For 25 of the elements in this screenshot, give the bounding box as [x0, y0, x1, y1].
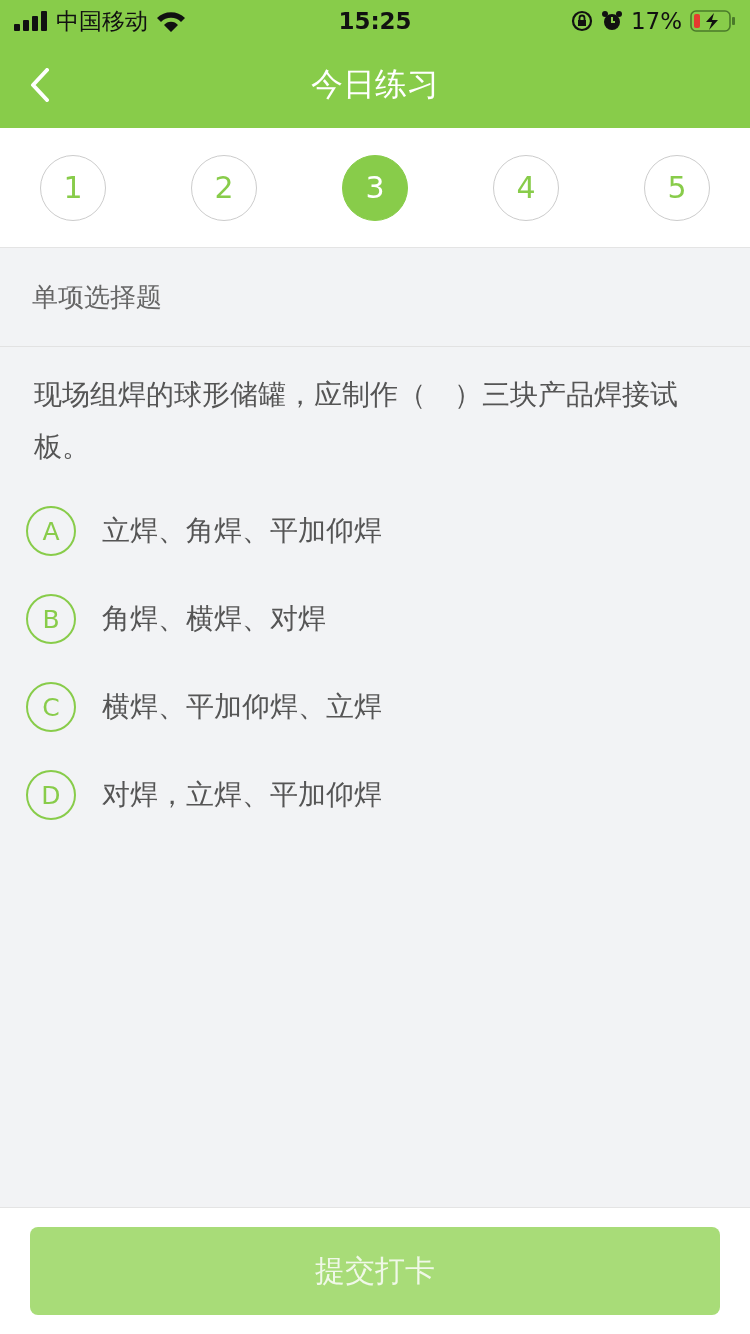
option-letter[interactable]: B — [26, 594, 76, 644]
question-number-tab[interactable]: 5 — [644, 154, 710, 221]
question-number-tab[interactable]: 4 — [493, 154, 559, 221]
back-icon[interactable] — [30, 68, 50, 102]
battery-icon — [690, 10, 736, 32]
option-letter[interactable]: D — [26, 770, 76, 820]
option-letter[interactable]: C — [26, 682, 76, 732]
option-letter[interactable]: A — [26, 506, 76, 556]
page-title: 今日练习 — [311, 64, 439, 105]
alarm-icon — [600, 10, 623, 32]
battery-percent: 17% — [630, 8, 682, 34]
clock-time: 15:25 — [338, 8, 412, 34]
question-number-tab[interactable]: 1 — [40, 154, 106, 221]
question-number-tab[interactable]: 3 — [342, 154, 408, 221]
option-text[interactable]: 对焊，立焊、平加仰焊 — [102, 776, 382, 814]
section-title: 单项选择题 — [32, 280, 162, 314]
question-text: 现场组焊的球形储罐，应制作（ ）三块产品焊接试板。 — [33, 377, 679, 465]
option-text[interactable]: 横焊、平加仰焊、立焊 — [102, 688, 382, 726]
carrier-name: 中国移动 — [56, 6, 148, 36]
option-text[interactable]: 立焊、角焊、平加仰焊 — [102, 512, 382, 550]
rotation-lock-icon — [570, 10, 593, 32]
option-text[interactable]: 角焊、横焊、对焊 — [102, 600, 326, 638]
signal-icon — [14, 11, 48, 31]
question-number-tab[interactable]: 2 — [191, 154, 257, 221]
wifi-icon — [156, 10, 186, 32]
